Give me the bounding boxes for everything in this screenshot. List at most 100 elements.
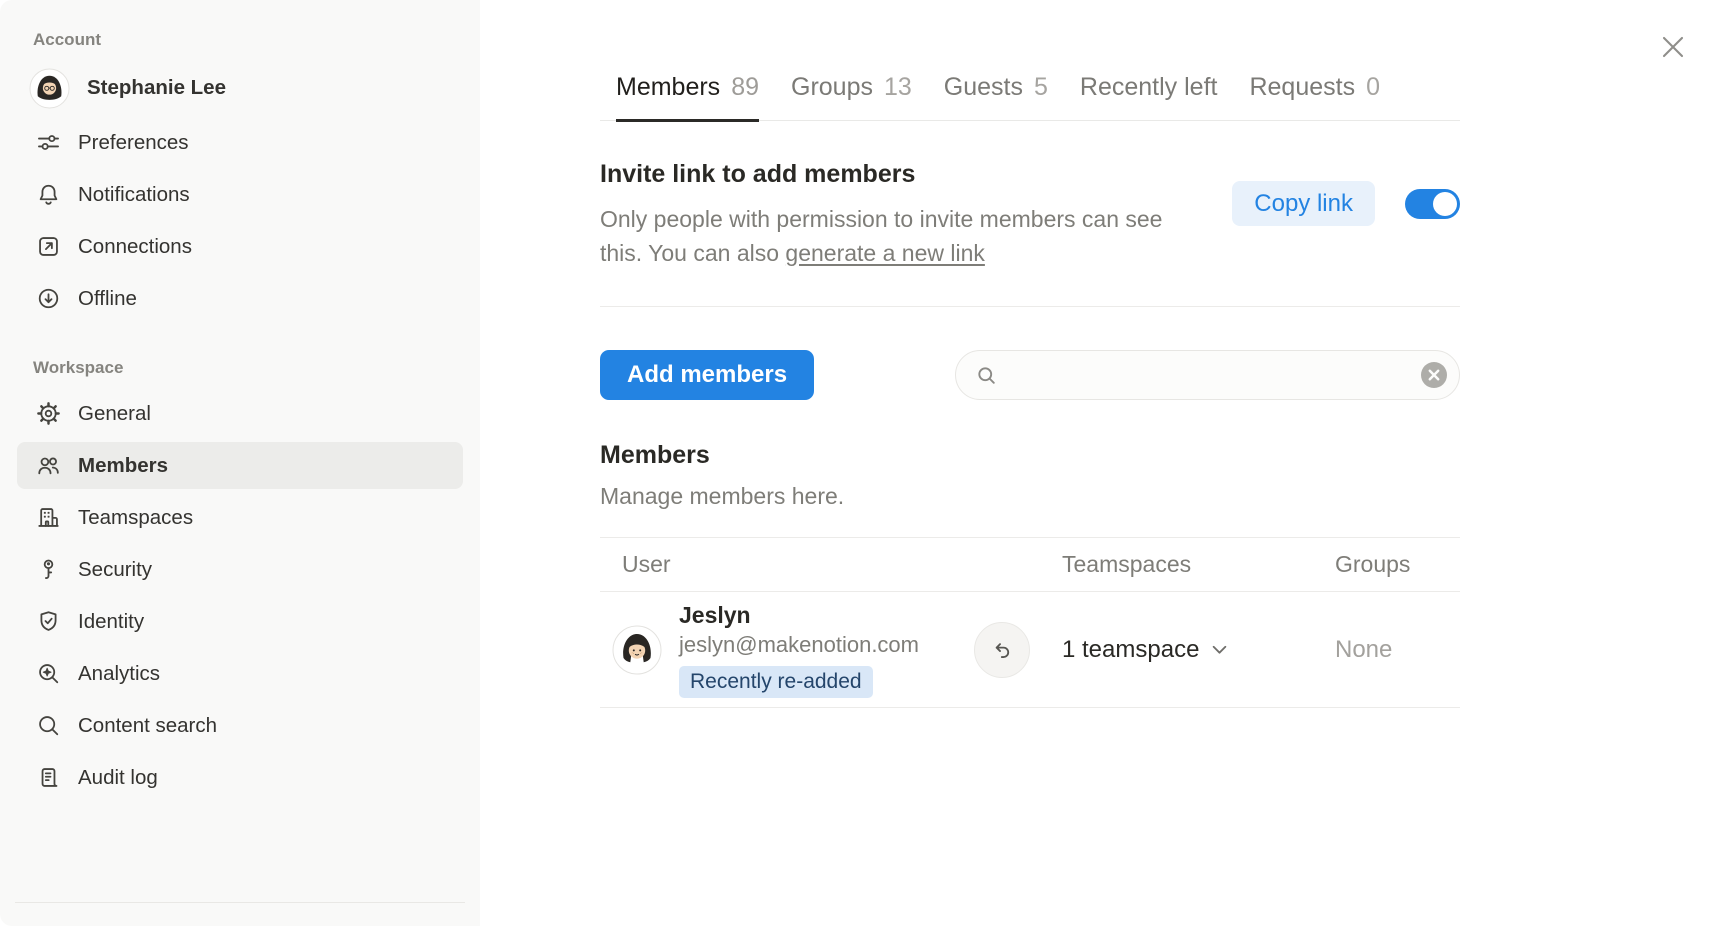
key-icon [33,555,63,585]
sidebar-item-security[interactable]: Security [17,546,463,593]
tab-groups[interactable]: Groups 13 [791,73,912,122]
member-email: jeslyn@makenotion.com [679,632,919,658]
members-subtitle: Manage members here. [600,483,1460,510]
sidebar-item-connections[interactable]: Connections [17,223,463,270]
sidebar-item-label: Members [78,454,168,478]
section-divider [600,306,1460,307]
copy-link-button[interactable]: Copy link [1232,181,1375,226]
member-row: Jeslyn jeslyn@makenotion.com Recently re… [600,592,1460,708]
tab-recently-left[interactable]: Recently left [1080,73,1218,122]
tab-members[interactable]: Members 89 [616,73,759,122]
gear-icon [33,399,63,429]
sidebar-item-label: Security [78,558,152,582]
teamspaces-value: 1 teamspace [1062,636,1199,664]
sidebar-item-label: Teamspaces [78,506,193,530]
bell-icon [33,180,63,210]
sidebar-item-label: Audit log [78,766,158,790]
sidebar-item-label: Stephanie Lee [87,76,226,100]
shield-check-icon [33,607,63,637]
stephanie-avatar [29,68,70,109]
account-nav: Stephanie Lee Preferences Notifications … [17,62,463,322]
sidebar-bottom-divider [15,902,465,903]
members-settings-panel: Members 89 Groups 13 Guests 5 Recently l… [480,0,1720,926]
magnifier-sparkle-icon [33,659,63,689]
column-groups: Groups [1335,551,1460,578]
tab-count: 0 [1366,73,1380,102]
invite-link-text: Invite link to add members Only people w… [600,160,1175,270]
teamspaces-dropdown[interactable]: 1 teamspace [1062,636,1335,664]
sidebar-item-audit-log[interactable]: Audit log [17,754,463,801]
members-actions-row: Add members [600,350,1460,400]
member-search[interactable] [955,350,1460,400]
status-badge: Recently re-added [679,666,873,698]
search-icon [974,363,999,388]
download-circle-icon [33,284,63,314]
building-icon [33,503,63,533]
tab-requests[interactable]: Requests 0 [1249,73,1380,122]
undo-icon [989,637,1015,663]
close-button[interactable] [1658,32,1688,62]
user-cell: Jeslyn jeslyn@makenotion.com Recently re… [612,602,1062,698]
workspace-nav: General Members Teamspaces Security [17,390,463,801]
workspace-section-label: Workspace [33,358,463,378]
add-members-button[interactable]: Add members [600,350,814,400]
tab-guests[interactable]: Guests 5 [944,73,1048,122]
sidebar-item-teamspaces[interactable]: Teamspaces [17,494,463,541]
members-table: User Teamspaces Groups [600,537,1460,708]
clear-circle-icon [1420,361,1448,389]
tab-label: Members [616,73,720,102]
invite-link-actions: Copy link [1232,181,1460,226]
sidebar-item-label: Identity [78,610,144,634]
column-teamspaces: Teamspaces [1062,551,1335,578]
sidebar-item-account-user[interactable]: Stephanie Lee [17,62,463,114]
sidebar-item-members[interactable]: Members [17,442,463,489]
clear-search-button[interactable] [1420,361,1448,389]
toggle-knob [1433,192,1457,216]
members-heading: Members [600,441,1460,470]
people-icon [33,451,63,481]
groups-value: None [1335,636,1460,664]
user-info: Jeslyn jeslyn@makenotion.com Recently re… [679,602,919,698]
sidebar-item-label: General [78,402,151,426]
invite-link-toggle[interactable] [1405,189,1460,219]
sidebar-item-notifications[interactable]: Notifications [17,171,463,218]
tab-count: 89 [731,73,759,102]
jeslyn-avatar [612,625,662,675]
sidebar-item-identity[interactable]: Identity [17,598,463,645]
member-name: Jeslyn [679,602,919,629]
settings-dialog: Account Stephanie Lee Preferences [0,0,1720,926]
settings-sidebar: Account Stephanie Lee Preferences [0,0,480,926]
column-user: User [622,551,1062,578]
scroll-icon [33,763,63,793]
members-content: Members 89 Groups 13 Guests 5 Recently l… [600,0,1460,708]
sidebar-item-label: Notifications [78,183,190,207]
invite-link-title: Invite link to add members [600,160,1175,189]
sidebar-item-label: Preferences [78,131,189,155]
magnifier-icon [33,711,63,741]
chevron-down-icon [1212,645,1227,655]
sidebar-item-preferences[interactable]: Preferences [17,119,463,166]
sidebar-item-label: Analytics [78,662,160,686]
account-section-label: Account [33,30,463,50]
sidebar-item-offline[interactable]: Offline [17,275,463,322]
sidebar-item-label: Offline [78,287,137,311]
sidebar-item-analytics[interactable]: Analytics [17,650,463,697]
arrow-up-right-square-icon [33,232,63,262]
tab-count: 5 [1034,73,1048,102]
sliders-icon [33,128,63,158]
sidebar-item-label: Connections [78,235,192,259]
invite-link-section: Invite link to add members Only people w… [600,160,1460,270]
members-table-header: User Teamspaces Groups [600,537,1460,592]
tab-label: Groups [791,73,873,102]
tab-bar: Members 89 Groups 13 Guests 5 Recently l… [600,73,1460,121]
tab-label: Requests [1249,73,1355,102]
tab-label: Guests [944,73,1023,102]
undo-button[interactable] [974,622,1030,678]
generate-new-link[interactable]: generate a new link [785,240,984,266]
sidebar-item-general[interactable]: General [17,390,463,437]
tab-count: 13 [884,73,912,102]
sidebar-item-content-search[interactable]: Content search [17,702,463,749]
close-icon [1661,35,1685,59]
invite-link-description: Only people with permission to invite me… [600,202,1175,270]
search-input[interactable] [1011,361,1408,390]
